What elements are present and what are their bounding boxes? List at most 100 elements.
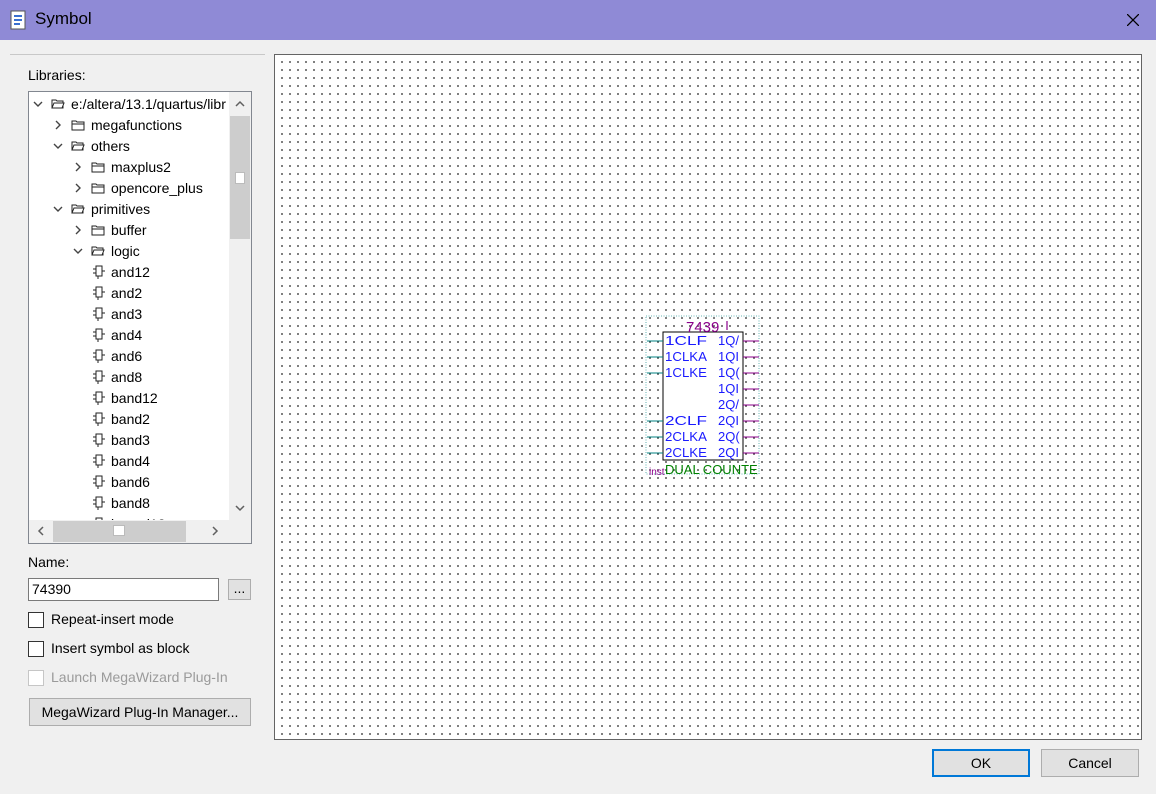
tree-item-label: and8 [111,369,143,385]
libraries-label: Libraries: [28,67,86,83]
symbol-icon [93,265,105,279]
tree-item[interactable]: band4 [29,451,229,472]
tree-item-label: and2 [111,285,143,301]
chevron-right-icon[interactable] [73,225,83,235]
symbol-preview-canvas: 7439 1CLF 1CLKA 1CLKE 2CLF 2CLKA 2CLKE 1Q/1QI… [274,54,1142,740]
repeat-insert-label: Repeat-insert mode [51,611,174,627]
tree-item[interactable]: band8 [29,493,229,514]
tree-item-label: and12 [111,264,150,280]
tree-item[interactable]: and2 [29,283,229,304]
ok-button[interactable]: OK [932,749,1030,777]
insert-block-checkbox[interactable] [28,641,44,657]
chevron-right-icon[interactable] [53,120,63,130]
symbol-icon [93,412,105,426]
tree-item[interactable]: opencore_plus [29,178,229,199]
chevron-down-icon[interactable] [33,99,43,109]
chevron-down-icon[interactable] [73,246,83,256]
symbol-icon [93,286,105,300]
output-pin-label: 2Q/ [718,397,739,412]
scroll-up-icon[interactable] [234,98,246,110]
tree-item-label: e:/altera/13.1/quartus/libr [71,96,226,112]
output-pin-label: 2QI [718,413,739,428]
folder-icon [71,120,85,131]
tree-item[interactable]: megafunctions [29,115,229,136]
output-pin-label: 1QI [718,349,739,364]
megawizard-manager-button[interactable]: MegaWizard Plug-In Manager... [29,698,251,726]
tree-item[interactable]: band2 [29,409,229,430]
insert-block-label: Insert symbol as block [51,640,190,656]
folder-open-icon [71,141,85,151]
repeat-insert-checkbox[interactable] [28,612,44,628]
tree-item-label: megafunctions [91,117,183,133]
symbol-icon [93,454,105,468]
tree-item[interactable]: band12 [29,388,229,409]
tree-item-label: band2 [111,411,150,427]
folder-open-icon [91,246,105,256]
symbol-icon [93,370,105,384]
scroll-grip [113,525,125,536]
symbol-icon [93,307,105,321]
tree-item[interactable]: primitives [29,199,229,220]
tree-item-label: opencore_plus [111,180,203,196]
tree-item-label: band8 [111,495,150,511]
tree-item[interactable]: and8 [29,367,229,388]
title-bar: Symbol [0,0,1156,40]
vertical-scrollbar[interactable] [229,92,251,520]
folder-icon [91,183,105,194]
tree-item-label: band12 [111,390,158,406]
close-button[interactable] [1110,0,1156,40]
chevron-down-icon[interactable] [53,204,63,214]
tree-item[interactable]: logic [29,241,229,262]
tree-item[interactable]: band6 [29,472,229,493]
window-title: Symbol [35,9,92,28]
chevron-right-icon[interactable] [73,162,83,172]
cancel-button[interactable]: Cancel [1041,749,1139,777]
tree-item[interactable]: and3 [29,304,229,325]
tree-item[interactable]: band3 [29,430,229,451]
chevron-right-icon[interactable] [73,183,83,193]
symbol-icon [93,349,105,363]
output-pin-label: 1Q( [718,365,740,380]
tree-item[interactable]: e:/altera/13.1/quartus/libr [29,94,229,115]
tree-item-label: and6 [111,348,143,364]
tree-item-label: band3 [111,432,150,448]
folder-icon [91,162,105,173]
tree-item[interactable]: and6 [29,346,229,367]
browse-button[interactable]: ... [228,579,251,600]
name-input[interactable]: 74390 [28,578,219,601]
tree-item-label: and3 [111,306,143,322]
symbol-caption: DUAL COUNTE [665,462,758,477]
tree-item-label: band4 [111,453,150,469]
tree-item[interactable]: and12 [29,262,229,283]
tree-item[interactable]: and4 [29,325,229,346]
tree-rows: e:/altera/13.1/quartus/libr megafunctions… [29,92,229,520]
scroll-right-icon[interactable] [209,525,221,537]
app-icon [10,10,26,30]
library-tree[interactable]: e:/altera/13.1/quartus/libr megafunctions… [28,91,252,544]
tree-item[interactable]: others [29,136,229,157]
folder-open-icon [51,99,65,109]
scroll-grip [235,172,245,184]
output-pin-label: 1QI [718,381,739,396]
tree-item-label: band6 [111,474,150,490]
symbol-icon [93,391,105,405]
input-pin-label: 1CLKE [665,365,707,380]
launch-megawizard-label: Launch MegaWizard Plug-In [51,669,228,685]
horizontal-scroll-thumb[interactable] [53,521,186,542]
tree-item-label: buffer [111,222,147,238]
tree-item[interactable]: buffer [29,220,229,241]
folder-open-icon [71,204,85,214]
output-pin-label: 2QI [718,445,739,460]
scroll-left-icon[interactable] [35,525,47,537]
tree-item[interactable]: maxplus2 [29,157,229,178]
input-pin-label: 2CLF [665,413,707,428]
tree-item-label: others [91,138,130,154]
scroll-down-icon[interactable] [234,502,246,514]
output-pin-label: 2Q( [718,429,740,444]
symbol-icon [93,433,105,447]
close-icon [1127,14,1139,26]
chevron-down-icon[interactable] [53,141,63,151]
input-pin-label: 2CLKA [665,429,707,444]
horizontal-scrollbar[interactable] [29,520,251,543]
tree-item-label: and4 [111,327,143,343]
